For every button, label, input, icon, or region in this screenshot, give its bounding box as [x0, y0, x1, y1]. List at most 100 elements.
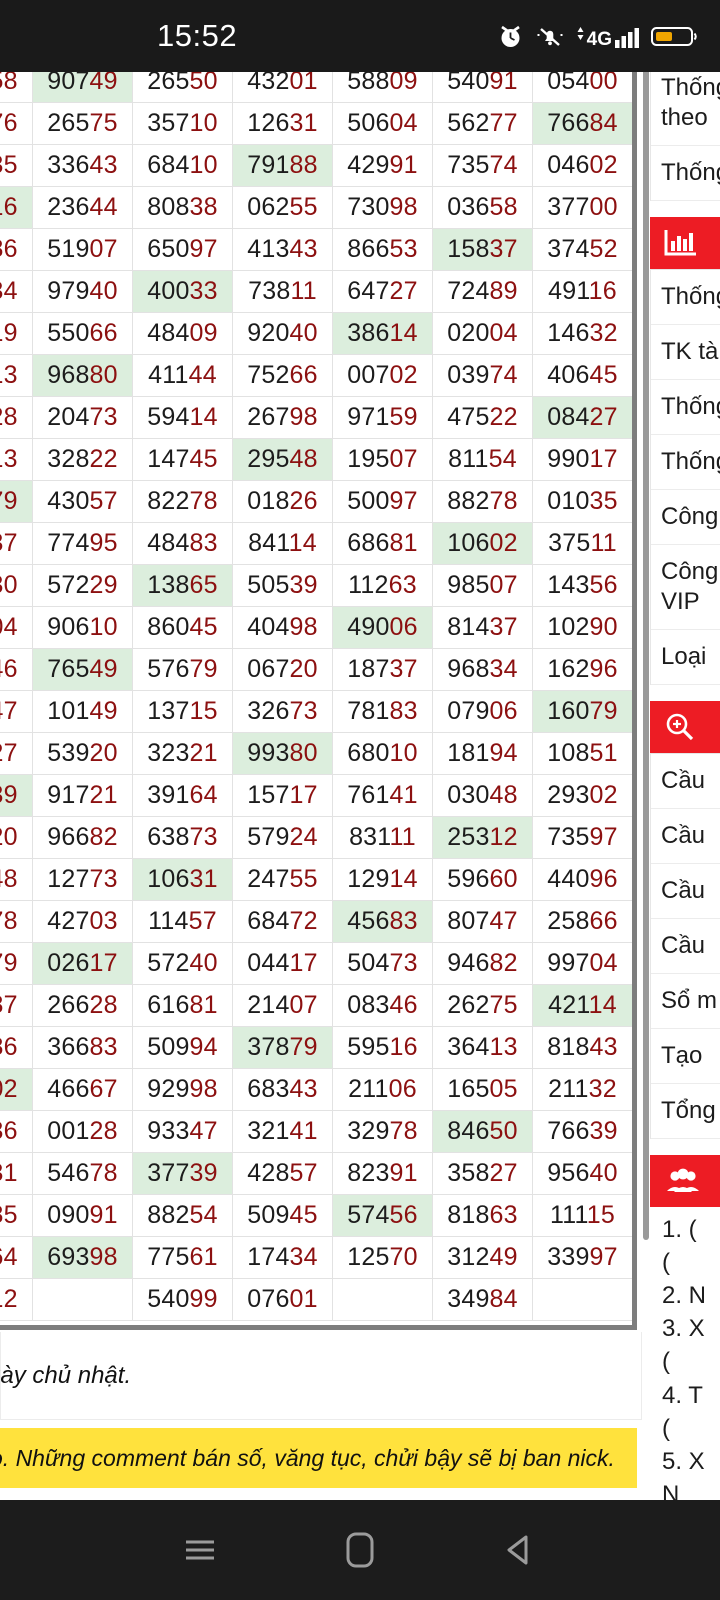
sidebar-item-tong[interactable]: Tổng — [651, 1084, 720, 1139]
lottery-number-cell[interactable]: 32673 — [232, 690, 333, 733]
lottery-number-cell[interactable]: 08346 — [332, 984, 433, 1027]
lottery-number-cell[interactable]: 12631 — [232, 102, 333, 145]
lottery-number-cell[interactable]: 26628 — [32, 984, 133, 1027]
lottery-number-cell[interactable] — [32, 1278, 133, 1321]
lottery-number-cell[interactable]: 06720 — [232, 648, 333, 691]
lottery-number-cell[interactable]: 99380 — [232, 732, 333, 775]
page-scrollbar-thumb[interactable] — [643, 60, 649, 1240]
lottery-number-cell[interactable]: 88254 — [132, 1194, 233, 1237]
lottery-number-cell[interactable]: 26798 — [232, 396, 333, 439]
lottery-number-cell[interactable]: 00702 — [332, 354, 433, 397]
lottery-number-cell[interactable]: 29302 — [532, 774, 632, 817]
lottery-number-cell[interactable]: 44978 — [0, 900, 33, 943]
lottery-number-cell[interactable]: 42991 — [332, 144, 433, 187]
lottery-number-cell[interactable]: 42703 — [32, 900, 133, 943]
lottery-number-cell[interactable]: 41546 — [0, 648, 33, 691]
lottery-number-cell[interactable]: 25312 — [432, 816, 533, 859]
lottery-number-cell[interactable]: 18737 — [332, 648, 433, 691]
sidebar-item-tk-tan-suat[interactable]: TK tà — [651, 325, 720, 380]
lottery-number-cell[interactable]: 11115 — [532, 1194, 632, 1237]
sidebar-item-thong-ke-2[interactable]: Thống — [651, 270, 720, 325]
lottery-number-cell[interactable]: 37700 — [532, 186, 632, 229]
lottery-number-cell[interactable]: 76639 — [532, 1110, 632, 1153]
lottery-number-cell[interactable]: 14356 — [532, 564, 632, 607]
lottery-number-cell[interactable]: 68343 — [232, 1068, 333, 1111]
lottery-number-cell[interactable]: 31249 — [432, 1236, 533, 1279]
lottery-number-cell[interactable]: 36175 — [633, 649, 638, 691]
lottery-number-cell[interactable] — [532, 1278, 632, 1321]
lottery-number-cell[interactable]: 02798 — [633, 985, 638, 1027]
lottery-number-cell[interactable]: 65828 — [0, 396, 33, 439]
sidebar-item-thong-ke[interactable]: Thống — [651, 146, 720, 201]
lottery-number-cell[interactable]: 12850 — [633, 565, 638, 607]
lottery-number-cell[interactable]: 97159 — [332, 396, 433, 439]
lottery-number-cell[interactable]: 83264 — [0, 1236, 33, 1279]
lottery-number-cell[interactable]: 53972 — [633, 607, 638, 649]
lottery-number-cell[interactable]: 92998 — [132, 1068, 233, 1111]
lottery-number-cell[interactable]: 01035 — [532, 480, 632, 523]
lottery-number-cell[interactable]: 34984 — [432, 1278, 533, 1321]
lottery-number-cell[interactable]: 18194 — [432, 732, 533, 775]
sidebar-item-so-mo[interactable]: Sổ m — [651, 974, 720, 1029]
lottery-number-cell[interactable]: 43048 — [633, 523, 638, 565]
lottery-number-cell[interactable]: 54678 — [32, 1152, 133, 1195]
lottery-number-cell[interactable]: 57456 — [332, 1194, 433, 1237]
lottery-number-cell[interactable]: 96682 — [32, 816, 133, 859]
lottery-number-cell[interactable]: 42413 — [0, 438, 33, 481]
lottery-number-cell[interactable]: 51907 — [32, 228, 133, 271]
lottery-number-cell[interactable]: 01826 — [232, 480, 333, 523]
lottery-number-cell[interactable]: 42319 — [0, 312, 33, 355]
lottery-number-cell[interactable]: 32822 — [32, 438, 133, 481]
lottery-number-cell[interactable]: 23644 — [32, 186, 133, 229]
lottery-number-cell[interactable]: 84450 — [633, 481, 638, 523]
lottery-number-cell[interactable]: 16296 — [532, 648, 632, 691]
lottery-number-cell[interactable]: 557530 — [633, 775, 638, 817]
lottery-number-cell[interactable]: 49131 — [633, 187, 638, 229]
lottery-number-cell[interactable]: 07601 — [232, 1278, 333, 1321]
lottery-number-cell[interactable]: 97940 — [32, 270, 133, 313]
lottery-number-cell[interactable]: 88278 — [432, 480, 533, 523]
lottery-number-cell[interactable]: 41144 — [132, 354, 233, 397]
lottery-number-cell[interactable]: 99017 — [532, 438, 632, 481]
lottery-number-cell[interactable]: 37739 — [132, 1152, 233, 1195]
lottery-number-cell[interactable]: 76684 — [532, 102, 632, 145]
lottery-number-cell[interactable]: 82391 — [332, 1152, 433, 1195]
lottery-number-cell[interactable]: 64727 — [332, 270, 433, 313]
lottery-number-cell[interactable]: 26275 — [432, 984, 533, 1027]
lottery-number-cell[interactable]: 41779 — [0, 480, 33, 523]
list-item[interactable]: ( — [662, 1345, 720, 1378]
lottery-number-cell[interactable]: 32321 — [132, 732, 233, 775]
lottery-number-cell[interactable]: 68010 — [332, 732, 433, 775]
sidebar-item-cong-cu[interactable]: Công — [651, 490, 720, 545]
lottery-number-cell[interactable]: 09091 — [32, 1194, 133, 1237]
lottery-number-cell[interactable]: 12773 — [32, 858, 133, 901]
lottery-number-cell[interactable]: 11476 — [633, 943, 638, 985]
lottery-number-cell[interactable]: 69398 — [32, 1236, 133, 1279]
lottery-number-cell[interactable]: 77561 — [132, 1236, 233, 1279]
lottery-number-cell[interactable]: 94682 — [432, 942, 533, 985]
lottery-number-cell[interactable]: 07401 — [633, 901, 638, 943]
lottery-number-cell[interactable]: 73811 — [232, 270, 333, 313]
lottery-number-cell[interactable]: 51409 — [633, 1237, 638, 1279]
lottery-number-cell[interactable]: 03658 — [432, 186, 533, 229]
lottery-number-cell[interactable]: 36683 — [32, 1026, 133, 1069]
lottery-number-cell[interactable]: 03974 — [432, 354, 533, 397]
lottery-number-cell[interactable]: 68410 — [132, 144, 233, 187]
lottery-number-cell[interactable]: 02617 — [32, 942, 133, 985]
lottery-number-cell[interactable]: 73574 — [432, 144, 533, 187]
lottery-number-cell[interactable]: 37511 — [532, 522, 632, 565]
lottery-number-cell[interactable]: 84114 — [232, 522, 333, 565]
lottery-number-cell[interactable]: 55066 — [32, 312, 133, 355]
lottery-number-cell[interactable]: 32978 — [332, 1110, 433, 1153]
lottery-number-cell[interactable]: 25866 — [532, 900, 632, 943]
lottery-number-cell[interactable]: 05655 — [633, 1279, 638, 1321]
lottery-number-cell[interactable]: 33997 — [532, 1236, 632, 1279]
lottery-number-cell[interactable]: 83712 — [0, 1278, 33, 1321]
lottery-number-cell[interactable]: 63873 — [132, 816, 233, 859]
lottery-number-cell[interactable]: 41343 — [232, 228, 333, 271]
lottery-number-cell[interactable]: 10149 — [32, 690, 133, 733]
lottery-number-cell[interactable]: 13715 — [132, 690, 233, 733]
lottery-number-cell[interactable]: 45683 — [332, 900, 433, 943]
lottery-number-cell[interactable]: 14632 — [532, 312, 632, 355]
sidebar-item-cau-3[interactable]: Cầu — [651, 864, 720, 919]
